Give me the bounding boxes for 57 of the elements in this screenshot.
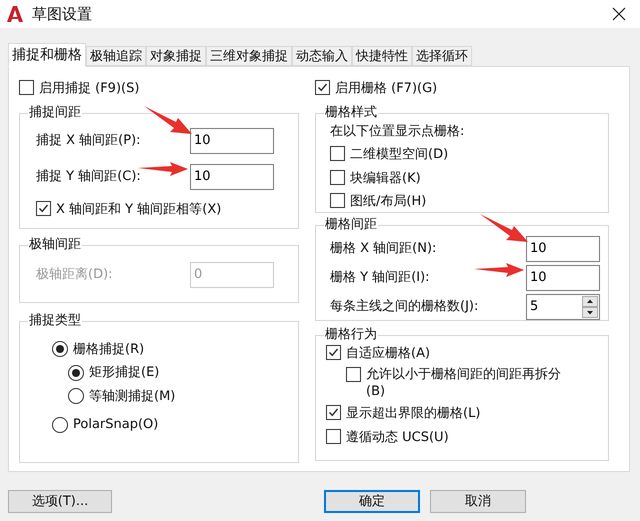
- tab[interactable]: 对象捕捉: [146, 46, 206, 66]
- checkmark-icon: [317, 82, 328, 93]
- checkbox-label: 图纸/布局(H): [350, 193, 426, 211]
- radio-label: 等轴测捕捉(M): [89, 388, 176, 406]
- checkmark-icon: [328, 346, 339, 358]
- app-logo-icon: [6, 5, 24, 23]
- window-title: 草图设置: [32, 4, 92, 25]
- field-label: 栅格 Y 轴间距(I):: [330, 268, 430, 287]
- checkbox[interactable]: [330, 193, 345, 208]
- radio-button[interactable]: [68, 364, 84, 381]
- tab[interactable]: 三维对象捕捉: [206, 46, 292, 66]
- checkbox[interactable]: [326, 344, 341, 360]
- dialog-button[interactable]: 确定: [324, 490, 420, 513]
- checkbox-label: 启用栅格 (F7)(G): [335, 80, 438, 98]
- radio-button[interactable]: [52, 341, 68, 358]
- field-label: 极轴距离(D):: [36, 266, 113, 284]
- field-label: 捕捉 X 轴间距(P):: [36, 132, 141, 150]
- checkbox[interactable]: [330, 170, 345, 184]
- field-label: 栅格 X 轴间距(N):: [330, 240, 436, 258]
- checkmark-icon: [328, 407, 339, 418]
- radio-button[interactable]: [52, 416, 68, 433]
- field-label: 每条主线之间的栅格数(J):: [330, 298, 478, 316]
- checkbox-label: 二维模型空间(D): [350, 146, 448, 164]
- field-label: 捕捉 Y 轴间距(C):: [36, 168, 141, 186]
- dialog-button[interactable]: 取消: [430, 490, 526, 513]
- radio-label: 栅格捕捉(R): [73, 340, 144, 358]
- checkbox-label: 遵循动态 UCS(U): [346, 428, 449, 446]
- tab[interactable]: 快捷特性: [352, 46, 412, 66]
- input-field[interactable]: 10: [526, 236, 600, 262]
- checkbox[interactable]: [315, 80, 330, 95]
- spin-field[interactable]: 5: [526, 294, 600, 320]
- checkmark-icon: [38, 202, 49, 214]
- checkbox-label: X 轴间距和 Y 轴间距相等(X): [56, 200, 222, 218]
- radio-button[interactable]: [68, 388, 84, 404]
- dialog-button[interactable]: 选项(T)...: [8, 490, 112, 513]
- input-field[interactable]: 10: [190, 128, 274, 154]
- checkbox[interactable]: [36, 200, 51, 216]
- input-field[interactable]: 10: [526, 264, 600, 290]
- checkbox[interactable]: [346, 367, 361, 382]
- tab[interactable]: 极轴追踪: [86, 46, 146, 66]
- checkbox-label: 块编辑器(K): [350, 170, 421, 188]
- tab[interactable]: 选择循环: [412, 46, 472, 66]
- checkbox-label: 允许以小于栅格间距的间距再拆分(B): [366, 366, 562, 400]
- checkbox-label: 自适应栅格(A): [346, 344, 430, 362]
- close-icon[interactable]: [612, 7, 626, 21]
- checkbox[interactable]: [19, 80, 34, 95]
- checkbox[interactable]: [330, 146, 345, 161]
- checkbox[interactable]: [326, 428, 341, 444]
- checkbox-label: 显示超出界限的栅格(L): [346, 405, 480, 423]
- input-field[interactable]: 10: [190, 164, 274, 190]
- radio-label: 矩形捕捉(E): [89, 364, 160, 382]
- tab[interactable]: 捕捉和栅格: [8, 43, 86, 67]
- tab[interactable]: 动态输入: [292, 46, 352, 66]
- checkbox-label: 启用捕捉 (F9)(S): [39, 80, 140, 98]
- checkbox[interactable]: [326, 405, 341, 420]
- caption: 在以下位置显示点栅格:: [330, 122, 466, 140]
- radio-label: PolarSnap(O): [73, 416, 158, 434]
